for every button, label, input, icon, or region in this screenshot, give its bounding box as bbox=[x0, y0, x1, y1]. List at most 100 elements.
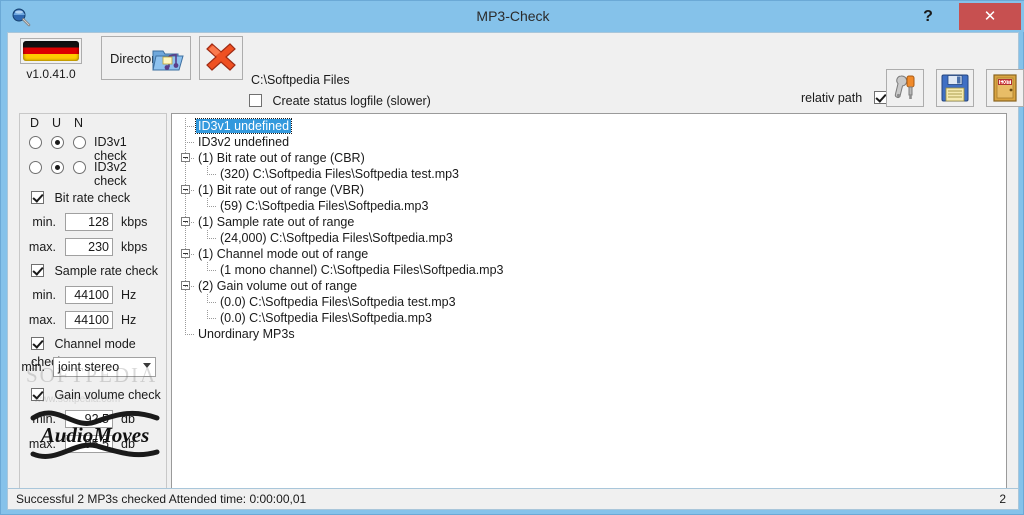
bitrate-checkbox[interactable] bbox=[31, 191, 44, 204]
gainvolume-checkbox[interactable] bbox=[31, 388, 44, 401]
tree-node[interactable]: (1) Bit rate out of range (VBR) bbox=[172, 182, 1006, 198]
tree-connector bbox=[207, 238, 216, 239]
tree-node[interactable]: ID3v1 undefined bbox=[172, 118, 1006, 134]
tree-node-label: (1) Bit rate out of range (CBR) bbox=[198, 151, 365, 165]
tree-connector bbox=[185, 222, 194, 223]
wrench-screwdriver-icon bbox=[894, 75, 915, 99]
channelmode-checkbox[interactable] bbox=[31, 337, 44, 350]
tree-node[interactable]: (59) C:\Softpedia Files\Softpedia.mp3 bbox=[172, 198, 1006, 214]
bitrate-max-input[interactable]: 230 bbox=[65, 238, 113, 256]
tree-connector bbox=[207, 206, 216, 207]
tree-connector bbox=[185, 286, 194, 287]
id3v1-label: ID3v1 check bbox=[94, 135, 127, 163]
samplerate-min-input[interactable]: 44100 bbox=[65, 286, 113, 304]
gainvolume-check-row[interactable]: Gain volume check bbox=[31, 386, 161, 404]
tree-connector bbox=[207, 302, 216, 303]
samplerate-max-label: max. bbox=[28, 313, 56, 327]
id3v1-radio-d[interactable] bbox=[29, 136, 42, 149]
tree-node[interactable]: (0.0) C:\Softpedia Files\Softpedia.mp3 bbox=[172, 310, 1006, 326]
tree-connector bbox=[207, 270, 216, 271]
tree-node-label: (1) Sample rate out of range bbox=[198, 215, 355, 229]
floppy-disk-icon bbox=[941, 74, 969, 102]
tree-connector bbox=[207, 294, 208, 303]
samplerate-max-input[interactable]: 44100 bbox=[65, 311, 113, 329]
audiomoves-logo-text: AudioMoves bbox=[39, 423, 150, 447]
tree-node[interactable]: (2) Gain volume out of range bbox=[172, 278, 1006, 294]
language-flag-button[interactable] bbox=[20, 38, 82, 64]
tree-node-label: (24,000) C:\Softpedia Files\Softpedia.mp… bbox=[220, 231, 453, 245]
title-bar: MP3-Check ? ✕ bbox=[1, 1, 1024, 32]
exit-door-icon: EXIT bbox=[993, 74, 1017, 102]
tree-node-label: (1 mono channel) C:\Softpedia Files\Soft… bbox=[220, 263, 504, 277]
clear-button[interactable] bbox=[199, 36, 243, 80]
tree-node[interactable]: Unordinary MP3s bbox=[172, 326, 1006, 342]
samplerate-max-unit: Hz bbox=[121, 313, 137, 327]
tree-node[interactable]: (24,000) C:\Softpedia Files\Softpedia.mp… bbox=[172, 230, 1006, 246]
samplerate-check-row[interactable]: Sample rate check bbox=[31, 262, 158, 280]
bitrate-max-label: max. bbox=[28, 240, 56, 254]
tree-node[interactable]: (320) C:\Softpedia Files\Softpedia test.… bbox=[172, 166, 1006, 182]
tree-node[interactable]: (1) Bit rate out of range (CBR) bbox=[172, 150, 1006, 166]
music-folder-icon bbox=[152, 45, 186, 80]
help-button[interactable]: ? bbox=[911, 1, 945, 32]
gainvolume-label: Gain volume check bbox=[54, 388, 161, 402]
svg-text:EXIT: EXIT bbox=[999, 80, 1010, 86]
tree-connector bbox=[185, 158, 194, 159]
chevron-down-icon bbox=[143, 363, 151, 368]
tree-connector bbox=[207, 318, 216, 319]
channelmode-select[interactable]: joint stereo bbox=[53, 357, 156, 377]
id3v2-radio-u[interactable] bbox=[51, 161, 64, 174]
id3v2-label: ID3v2 check bbox=[94, 160, 127, 188]
id3v1-radio-n[interactable] bbox=[73, 136, 86, 149]
status-count: 2 bbox=[999, 492, 1006, 506]
bitrate-check-row[interactable]: Bit rate check bbox=[31, 189, 130, 207]
directory-button[interactable]: Directory bbox=[101, 36, 191, 80]
tree-node[interactable]: (1 mono channel) C:\Softpedia Files\Soft… bbox=[172, 262, 1006, 278]
tree-node-label: (2) Gain volume out of range bbox=[198, 279, 358, 293]
bitrate-min-input[interactable]: 128 bbox=[65, 213, 113, 231]
bitrate-max-unit: kbps bbox=[121, 240, 148, 254]
close-button[interactable]: ✕ bbox=[959, 3, 1021, 30]
tree-connector bbox=[185, 126, 194, 127]
results-treeview[interactable]: ID3v1 undefined ID3v2 undefined (1) Bit ra… bbox=[171, 113, 1007, 497]
version-label: v1.0.41.0 bbox=[26, 67, 76, 81]
save-button[interactable] bbox=[936, 69, 974, 107]
relative-path-row[interactable]: relativ path bbox=[801, 91, 887, 105]
tree-connector bbox=[207, 198, 208, 207]
tree-connector bbox=[185, 334, 194, 335]
tree-node[interactable]: (0.0) C:\Softpedia Files\Softpedia test.… bbox=[172, 294, 1006, 310]
logfile-checkbox[interactable] bbox=[249, 94, 262, 107]
tree-node-label: ID3v2 undefined bbox=[198, 135, 290, 149]
logfile-checkbox-row[interactable]: Create status logfile (slower) bbox=[249, 92, 431, 110]
column-header-u: U bbox=[52, 116, 62, 130]
tree-node[interactable]: ID3v2 undefined bbox=[172, 134, 1006, 150]
tree-node-label: (59) C:\Softpedia Files\Softpedia.mp3 bbox=[220, 199, 429, 213]
relative-path-checkbox[interactable] bbox=[873, 91, 887, 104]
id3v1-radio-u[interactable] bbox=[51, 136, 64, 149]
samplerate-min-unit: Hz bbox=[121, 288, 137, 302]
bitrate-min-label: min. bbox=[32, 215, 56, 229]
toolbar: v1.0.41.0 Directory C:\Softpedia Files C… bbox=[8, 33, 1024, 108]
settings-button[interactable] bbox=[886, 69, 924, 107]
tree-node-label: (0.0) C:\Softpedia Files\Softpedia.mp3 bbox=[220, 311, 432, 325]
tree-connector bbox=[185, 254, 194, 255]
tree-node-label: ID3v1 undefined bbox=[194, 118, 293, 134]
tree-connector bbox=[185, 142, 194, 143]
id3v2-radio-d[interactable] bbox=[29, 161, 42, 174]
german-flag-icon bbox=[23, 41, 79, 61]
relative-path-label: relativ path bbox=[801, 91, 863, 105]
status-bar: Successful 2 MP3s checked Attended time:… bbox=[7, 488, 1019, 510]
channelmode-selected-value: joint stereo bbox=[58, 360, 120, 374]
status-text: Successful 2 MP3s checked Attended time:… bbox=[16, 492, 307, 506]
exit-button[interactable]: EXIT bbox=[986, 69, 1024, 107]
bitrate-min-unit: kbps bbox=[121, 215, 148, 229]
channelmode-min-label: min. bbox=[21, 360, 45, 374]
id3v2-radio-n[interactable] bbox=[73, 161, 86, 174]
results-tree-root: ID3v1 undefined ID3v2 undefined (1) Bit ra… bbox=[172, 118, 1006, 342]
tree-node-label: (320) C:\Softpedia Files\Softpedia test.… bbox=[220, 167, 460, 181]
tree-node[interactable]: (1) Sample rate out of range bbox=[172, 214, 1006, 230]
selected-path: C:\Softpedia Files bbox=[251, 73, 350, 87]
tree-node[interactable]: (1) Channel mode out of range bbox=[172, 246, 1006, 262]
samplerate-checkbox[interactable] bbox=[31, 264, 44, 277]
tree-connector bbox=[207, 262, 208, 271]
